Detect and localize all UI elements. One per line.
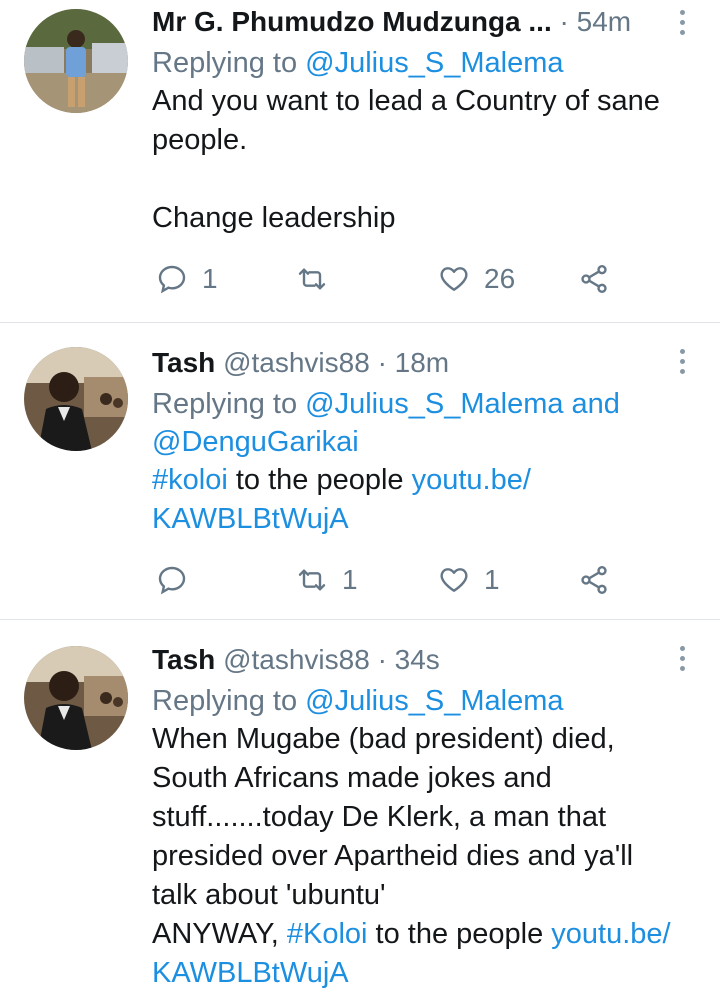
text-line: Change leadership — [152, 202, 396, 234]
mention-link[interactable]: @DenguGarikai — [152, 426, 359, 458]
text-line: people. — [152, 124, 248, 156]
display-name[interactable]: Tash — [152, 347, 215, 378]
reply-icon — [158, 566, 186, 595]
action-bar: 1 1 — [152, 564, 622, 604]
like-button[interactable]: 1 — [438, 564, 500, 596]
display-name[interactable]: Tash — [152, 644, 215, 675]
text-span: ANYWAY, — [152, 918, 287, 950]
tweet-text: When Mugabe (bad president) died, South … — [152, 720, 686, 993]
handle[interactable]: @tashvis88 — [223, 347, 370, 378]
timestamp[interactable]: · 54m — [560, 6, 632, 37]
tweet-header: Tash @tashvis88 · 18m — [152, 345, 686, 381]
reply-count: 1 — [202, 263, 218, 294]
hashtag-link[interactable]: #koloi — [152, 464, 228, 496]
url-link[interactable]: youtu.be/ — [551, 918, 670, 950]
replying-to: Replying to @Julius_S_Malema — [152, 682, 686, 720]
text-line: When Mugabe (bad president) died, — [152, 723, 615, 755]
tweet-text: And you want to lead a Country of sane p… — [152, 82, 686, 238]
text-line: presided over Apartheid dies and ya'll — [152, 840, 634, 872]
replying-label: Replying to — [152, 685, 298, 717]
avatar[interactable] — [24, 646, 128, 750]
tweet-header: Tash @tashvis88 · 34s — [152, 642, 686, 678]
avatar[interactable] — [24, 347, 128, 451]
avatar-photo — [24, 347, 128, 451]
text-line: And you want to lead a Country of sane — [152, 85, 660, 117]
handle[interactable]: @tashvis88 — [223, 644, 370, 675]
like-count: 26 — [484, 263, 516, 294]
text-span: to the people — [227, 464, 412, 496]
text-line: South Africans made jokes and — [152, 762, 552, 794]
like-button[interactable]: 26 — [438, 263, 515, 295]
heart-icon — [440, 568, 468, 592]
hashtag-link[interactable]: #Koloi — [287, 918, 368, 950]
avatar[interactable] — [24, 9, 128, 113]
text-span: to the people — [367, 918, 552, 950]
replying-to: Replying to @Julius_S_Malema — [152, 44, 686, 82]
mention-link[interactable]: @Julius_S_Malema — [305, 685, 563, 717]
tweet-3[interactable]: Tash @tashvis88 · 34s Replying to @Juliu… — [0, 620, 720, 1006]
replying-label: Replying to — [152, 388, 298, 420]
tweet-text: #koloi to the people youtu.be/ KAWBLBtWu… — [152, 461, 686, 539]
mention-link[interactable]: @Julius_S_Malema — [305, 47, 563, 79]
share-button[interactable] — [578, 564, 610, 596]
url-link[interactable]: KAWBLBtWujA — [152, 503, 349, 535]
share-icon — [581, 265, 607, 293]
url-link[interactable]: youtu.be/ — [412, 464, 531, 496]
more-options-icon[interactable] — [678, 646, 686, 676]
reply-icon — [158, 265, 186, 294]
heart-icon — [440, 267, 468, 291]
avatar-photo — [24, 9, 128, 113]
retweet-button[interactable] — [296, 263, 328, 295]
display-name[interactable]: Mr G. Phumudzo Mudzunga ... — [152, 6, 552, 37]
retweet-count: 1 — [342, 564, 358, 595]
replying-to: Replying to @Julius_S_Malema and @DenguG… — [152, 385, 686, 461]
mention-link[interactable]: @Julius_S_Malema and — [305, 388, 620, 420]
text-line: stuff.......today De Klerk, a man that — [152, 801, 607, 833]
retweet-icon — [298, 569, 326, 591]
like-count: 1 — [484, 564, 500, 595]
share-icon — [581, 566, 607, 594]
tweet-header: Mr G. Phumudzo Mudzunga ... · 54m — [152, 4, 686, 40]
text-line: talk about 'ubuntu' — [152, 879, 386, 911]
tweet-1[interactable]: Mr G. Phumudzo Mudzunga ... · 54m Replyi… — [0, 0, 720, 323]
timestamp[interactable]: · 18m — [378, 347, 450, 378]
replying-label: Replying to — [152, 47, 298, 79]
retweet-button[interactable]: 1 — [296, 564, 358, 596]
tweet-2[interactable]: Tash @tashvis88 · 18m Replying to @Juliu… — [0, 323, 720, 620]
reply-button[interactable]: 1 — [156, 263, 218, 295]
url-link[interactable]: KAWBLBtWujA — [152, 957, 349, 989]
share-button[interactable] — [578, 263, 610, 295]
action-bar: 1 26 — [152, 263, 622, 303]
reply-button[interactable] — [156, 564, 188, 596]
retweet-icon — [298, 268, 326, 290]
more-options-icon[interactable] — [678, 10, 686, 40]
timestamp[interactable]: · 34s — [378, 644, 440, 675]
text-line: ANYWAY, #Koloi to the people youtu.be/ — [152, 915, 686, 954]
more-options-icon[interactable] — [678, 349, 686, 379]
avatar-photo — [24, 646, 128, 750]
